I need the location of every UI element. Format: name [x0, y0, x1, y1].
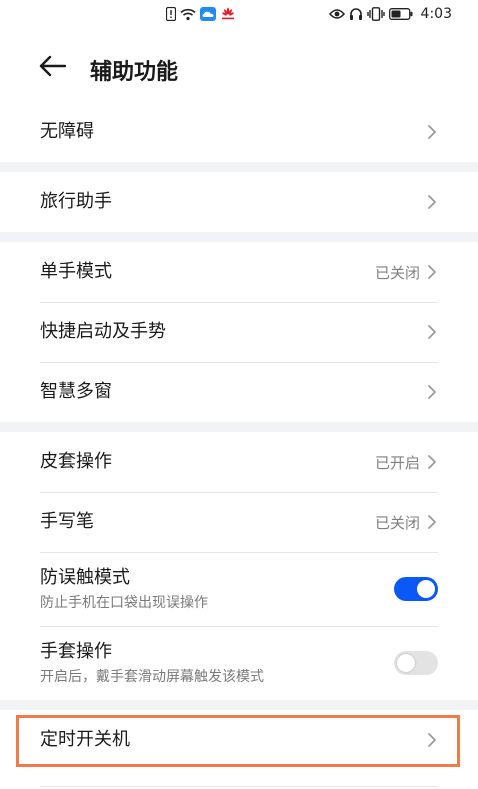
settings-item-travel-assistant[interactable]: 旅行助手: [0, 172, 478, 232]
item-value: 已关闭: [374, 513, 420, 532]
status-right-icons: 4:03: [328, 6, 452, 22]
settings-item-smart-multi-window[interactable]: 智慧多窗: [0, 362, 478, 422]
settings-item-cover-operation[interactable]: 皮套操作 已开启: [0, 432, 478, 492]
group-input: 皮套操作 已开启 手写笔 已关闭 防误触模式 防止手机在口袋出现误操作 手套操作…: [0, 432, 478, 700]
item-label: 皮套操作: [40, 451, 112, 472]
group-schedule: 定时开关机: [0, 710, 478, 789]
item-label: 手写笔: [40, 511, 94, 532]
settings-item-glove-mode: 手套操作 开启后，戴手套滑动屏幕触发该模式: [0, 626, 478, 700]
wifi-icon: [180, 8, 196, 21]
item-description: 防止手机在口袋出现误操作: [40, 595, 208, 611]
eye-icon: [328, 8, 345, 20]
item-description: 开启后，戴手套滑动屏幕触发该模式: [40, 669, 264, 685]
chevron-right-icon: [426, 193, 438, 211]
item-label: 无障碍: [40, 121, 94, 142]
toggle-knob: [417, 580, 435, 598]
page-title: 辅助功能: [90, 60, 179, 85]
glove-mode-toggle[interactable]: [394, 651, 438, 675]
chevron-right-icon: [426, 263, 438, 281]
item-label: 智慧多窗: [40, 381, 112, 402]
settings-item-pocket-mode: 防误触模式 防止手机在口袋出现误操作: [0, 552, 478, 626]
item-value: 已关闭: [374, 263, 420, 282]
settings-item-quick-launch-gestures[interactable]: 快捷启动及手势: [0, 302, 478, 362]
chevron-right-icon: [426, 383, 438, 401]
settings-screen: 4:03 辅助功能 无障碍 旅行助手 单手模式 已关闭 快捷启动及手势 智慧多窗…: [0, 0, 478, 789]
chevron-right-icon: [426, 323, 438, 341]
settings-item-one-hand-mode[interactable]: 单手模式 已关闭: [0, 242, 478, 302]
item-label: 单手模式: [40, 261, 112, 282]
back-button[interactable]: [34, 52, 70, 84]
status-bar: 4:03: [0, 0, 478, 32]
status-time: 4:03: [420, 6, 452, 22]
item-label: 定时开关机: [40, 729, 130, 750]
item-label: 防误触模式: [40, 567, 130, 588]
alert-icon: [166, 7, 176, 21]
group-modes: 单手模式 已关闭 快捷启动及手势 智慧多窗: [0, 242, 478, 422]
status-left-icons: [166, 7, 236, 21]
item-label: 快捷启动及手势: [40, 321, 166, 342]
group-accessibility: 无障碍: [0, 102, 478, 162]
battery-icon: [388, 8, 413, 20]
cloud-icon: [200, 7, 216, 21]
vibrate-icon: [366, 7, 385, 21]
pocket-mode-toggle[interactable]: [394, 577, 438, 601]
item-label: 旅行助手: [40, 191, 112, 212]
settings-item-stylus[interactable]: 手写笔 已关闭: [0, 492, 478, 552]
headphones-icon: [349, 7, 363, 21]
settings-item-scheduled-power[interactable]: 定时开关机: [0, 710, 478, 770]
header: 辅助功能: [0, 32, 478, 102]
huawei-logo-icon: [220, 7, 236, 21]
toggle-knob: [397, 654, 415, 672]
arrow-left-icon: [38, 55, 67, 81]
chevron-right-icon: [426, 123, 438, 141]
group-travel: 旅行助手: [0, 172, 478, 232]
item-value: 已开启: [374, 453, 420, 472]
chevron-right-icon: [426, 513, 438, 531]
divider: [40, 786, 438, 787]
item-label: 手套操作: [40, 641, 112, 662]
chevron-right-icon: [426, 453, 438, 471]
settings-item-accessibility[interactable]: 无障碍: [0, 102, 478, 162]
chevron-right-icon: [426, 731, 438, 749]
